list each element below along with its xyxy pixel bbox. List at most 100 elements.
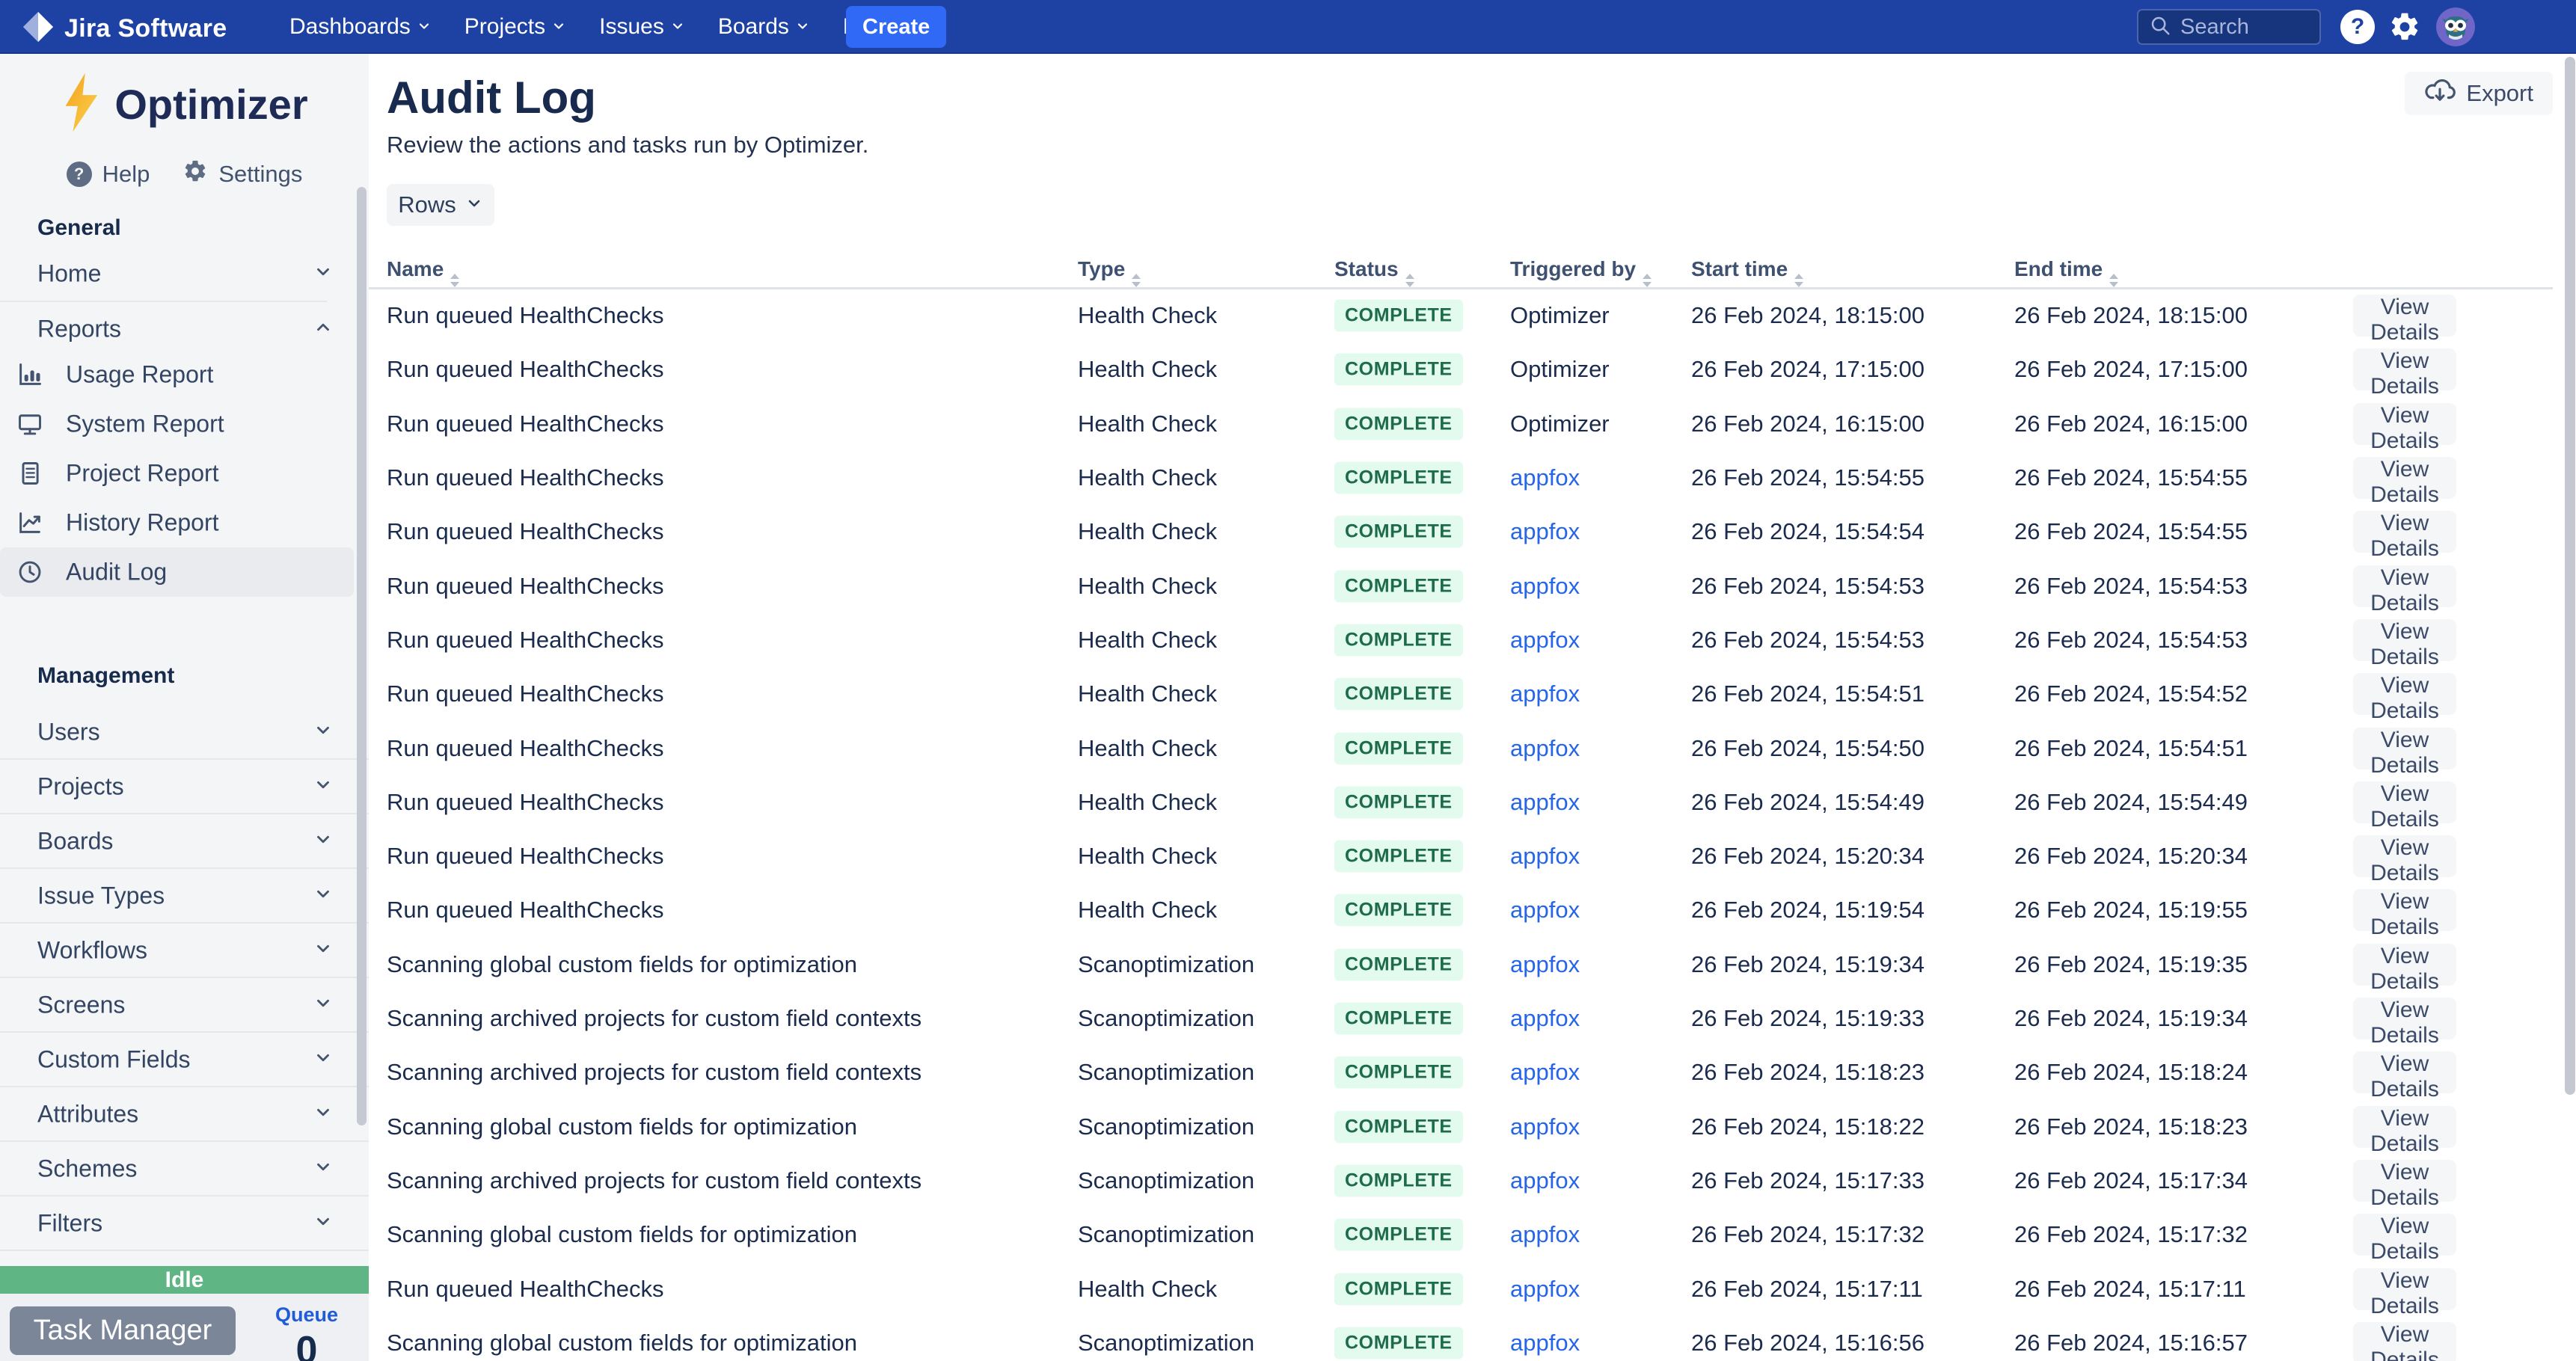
- sidebar-item-custom-fields[interactable]: Custom Fields: [0, 1033, 369, 1087]
- column-header-name[interactable]: Name: [387, 256, 460, 287]
- triggered-by-link[interactable]: appfox: [1510, 1276, 1580, 1303]
- create-button[interactable]: Create: [846, 6, 947, 48]
- brand-title: Jira Software: [64, 14, 227, 43]
- view-details-button[interactable]: View Details: [2353, 835, 2456, 885]
- triggered-by-link[interactable]: appfox: [1510, 951, 1580, 978]
- view-details-button[interactable]: View Details: [2353, 889, 2456, 939]
- view-details-button[interactable]: View Details: [2353, 618, 2456, 669]
- triggered-by-link[interactable]: appfox: [1510, 518, 1580, 545]
- sidebar-item-projects[interactable]: Projects: [0, 760, 369, 814]
- column-header-start-time[interactable]: Start time: [1691, 256, 1804, 287]
- sidebar-item-system-report[interactable]: System Report: [0, 399, 369, 449]
- triggered-by-link[interactable]: appfox: [1510, 789, 1580, 816]
- view-details-button[interactable]: View Details: [2353, 295, 2456, 345]
- triggered-by-link[interactable]: appfox: [1510, 1330, 1580, 1357]
- sidebar-item-schemes[interactable]: Schemes: [0, 1142, 369, 1196]
- view-details-button[interactable]: View Details: [2353, 943, 2456, 994]
- help-icon[interactable]: ?: [2340, 10, 2375, 44]
- row-triggered-by: Optimizer: [1510, 356, 1610, 383]
- chevron-down-icon: [795, 14, 810, 40]
- nav-item-projects[interactable]: Projects: [464, 14, 566, 40]
- column-header-triggered-by[interactable]: Triggered by: [1510, 256, 1652, 287]
- triggered-by-link[interactable]: appfox: [1510, 1005, 1580, 1032]
- view-details-button[interactable]: View Details: [2353, 402, 2456, 453]
- help-settings-row: ? Help Settings: [0, 157, 369, 191]
- row-status: COMPLETE: [1334, 1164, 1463, 1197]
- sidebar-settings-button[interactable]: Settings: [183, 159, 302, 190]
- column-header-end-time[interactable]: End time: [2014, 256, 2119, 287]
- view-details-button[interactable]: View Details: [2353, 1105, 2456, 1156]
- view-details-button[interactable]: View Details: [2353, 1051, 2456, 1102]
- triggered-by-link[interactable]: appfox: [1510, 573, 1580, 600]
- triggered-by-link[interactable]: appfox: [1510, 735, 1580, 762]
- rows-dropdown[interactable]: Rows: [387, 184, 494, 226]
- status-badge: COMPLETE: [1334, 299, 1463, 332]
- view-details-button[interactable]: View Details: [2353, 781, 2456, 832]
- nav-item-boards[interactable]: Boards: [718, 14, 810, 40]
- triggered-by-link[interactable]: appfox: [1510, 680, 1580, 707]
- sidebar-item-workflows[interactable]: Workflows: [0, 924, 369, 978]
- sidebar-item-screens[interactable]: Screens: [0, 978, 369, 1033]
- table-row: Run queued HealthChecks Health Check COM…: [369, 883, 2576, 939]
- search-input[interactable]: Search: [2137, 9, 2321, 45]
- column-header-status[interactable]: Status: [1334, 256, 1414, 287]
- jira-brand[interactable]: Jira Software: [21, 10, 227, 48]
- row-type: Health Check: [1078, 843, 1218, 870]
- status-badge: COMPLETE: [1334, 732, 1463, 765]
- column-header-type[interactable]: Type: [1078, 256, 1141, 287]
- nav-item-issues[interactable]: Issues: [599, 14, 685, 40]
- user-avatar[interactable]: [2436, 7, 2475, 46]
- row-end-time: 26 Feb 2024, 15:20:34: [2014, 843, 2248, 870]
- row-name: Run queued HealthChecks: [387, 897, 664, 924]
- sidebar-item-issue-types[interactable]: Issue Types: [0, 869, 369, 924]
- view-details-button[interactable]: View Details: [2353, 565, 2456, 615]
- sidebar-scrollbar[interactable]: [357, 187, 367, 1125]
- row-name: Run queued HealthChecks: [387, 1275, 664, 1302]
- sidebar-item-filters[interactable]: Filters: [0, 1196, 369, 1251]
- view-details-button[interactable]: View Details: [2353, 727, 2456, 778]
- gear-icon[interactable]: [2388, 10, 2422, 44]
- row-type: Health Check: [1078, 788, 1218, 815]
- row-start-time: 26 Feb 2024, 15:16:56: [1691, 1329, 1925, 1356]
- triggered-by-link[interactable]: appfox: [1510, 1221, 1580, 1248]
- task-manager-button[interactable]: Task Manager: [10, 1306, 236, 1355]
- view-details-button[interactable]: View Details: [2353, 348, 2456, 399]
- export-button[interactable]: Export: [2405, 72, 2553, 115]
- triggered-by-link[interactable]: appfox: [1510, 464, 1580, 491]
- sidebar-item-audit-log[interactable]: Audit Log: [0, 547, 354, 597]
- row-name: Run queued HealthChecks: [387, 788, 664, 815]
- table-row: Scanning global custom fields for optimi…: [369, 1316, 2576, 1361]
- triggered-by-link[interactable]: appfox: [1510, 1113, 1580, 1140]
- sidebar-item-reports[interactable]: Reports: [0, 302, 369, 356]
- row-type: Scanoptimization: [1078, 1113, 1255, 1140]
- view-details-button[interactable]: View Details: [2353, 457, 2456, 507]
- view-details-button[interactable]: View Details: [2353, 1159, 2456, 1210]
- row-start-time: 26 Feb 2024, 15:19:34: [1691, 950, 1925, 977]
- triggered-by-link[interactable]: appfox: [1510, 1059, 1580, 1086]
- sidebar-help-button[interactable]: ? Help: [66, 161, 150, 188]
- sidebar-item-usage-report[interactable]: Usage Report: [0, 350, 369, 399]
- view-details-button[interactable]: View Details: [2353, 998, 2456, 1048]
- sidebar-item-users[interactable]: Users: [0, 705, 369, 760]
- view-details-button[interactable]: View Details: [2353, 1321, 2456, 1361]
- triggered-by-link[interactable]: appfox: [1510, 1167, 1580, 1194]
- view-details-button[interactable]: View Details: [2353, 673, 2456, 723]
- row-status: COMPLETE: [1334, 1273, 1463, 1306]
- question-icon: ?: [66, 161, 92, 187]
- triggered-by-link[interactable]: appfox: [1510, 843, 1580, 870]
- triggered-by-link[interactable]: appfox: [1510, 627, 1580, 654]
- sidebar-item-home[interactable]: Home: [0, 247, 369, 301]
- row-start-time: 26 Feb 2024, 15:17:32: [1691, 1221, 1925, 1248]
- view-details-button[interactable]: View Details: [2353, 1214, 2456, 1264]
- triggered-by-link[interactable]: appfox: [1510, 897, 1580, 924]
- nav-item-dashboards[interactable]: Dashboards: [289, 14, 432, 40]
- row-status: COMPLETE: [1334, 732, 1463, 765]
- status-badge: COMPLETE: [1334, 624, 1463, 657]
- sidebar-item-history-report[interactable]: History Report: [0, 498, 369, 547]
- sidebar-item-boards[interactable]: Boards: [0, 814, 369, 869]
- sidebar-item-attributes[interactable]: Attributes: [0, 1087, 369, 1142]
- view-details-button[interactable]: View Details: [2353, 511, 2456, 561]
- page-scrollbar[interactable]: [2565, 57, 2575, 1095]
- sidebar-item-project-report[interactable]: Project Report: [0, 449, 369, 498]
- view-details-button[interactable]: View Details: [2353, 1268, 2456, 1318]
